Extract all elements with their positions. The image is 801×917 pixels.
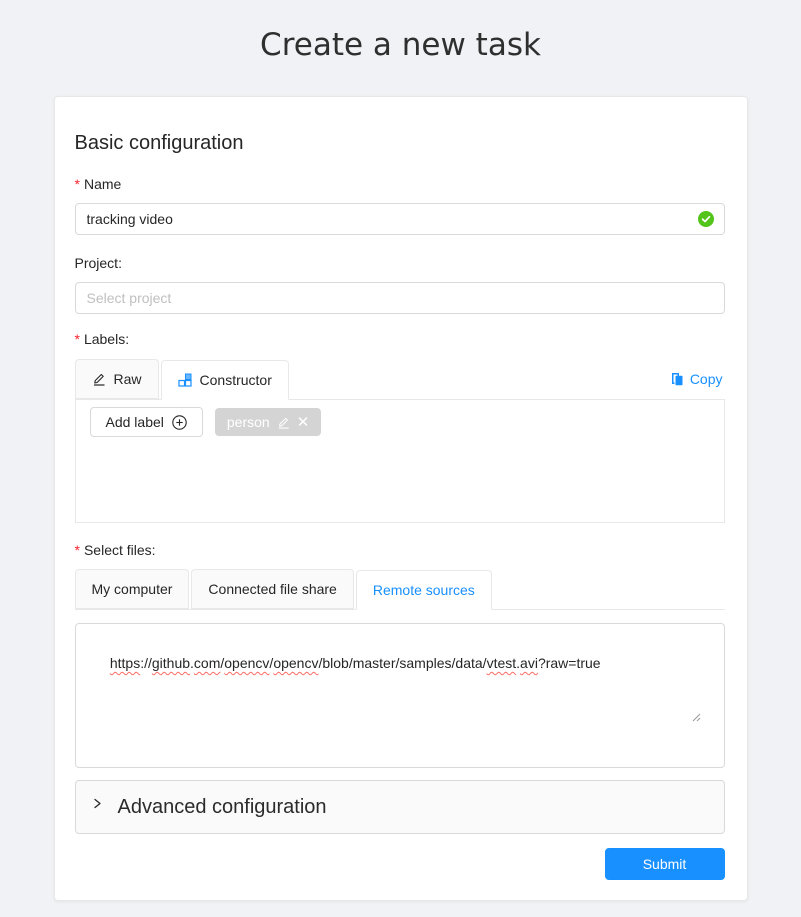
tab-remote-sources-label: Remote sources [373, 582, 475, 598]
tab-raw-label: Raw [114, 371, 142, 387]
tab-constructor[interactable]: Constructor [161, 360, 289, 400]
add-label-button-text: Add label [106, 414, 164, 430]
select-files-label: *Select files: [75, 539, 725, 561]
labels-tab-bar: Raw Constructor [75, 358, 725, 399]
check-circle-icon [698, 211, 714, 227]
create-task-card: Basic configuration *Name Project: *Labe… [54, 96, 748, 901]
label-tag-name: person [227, 414, 270, 430]
tab-my-computer[interactable]: My computer [75, 569, 190, 609]
close-icon[interactable]: ✕ [297, 415, 310, 430]
name-label: *Name [75, 173, 725, 195]
chevron-right-icon [92, 798, 103, 809]
advanced-configuration-title: Advanced configuration [118, 793, 327, 821]
required-asterisk: * [75, 331, 80, 347]
name-input-wrap [75, 203, 725, 235]
labels-label: *Labels: [75, 328, 725, 350]
copy-label: Copy [690, 371, 723, 387]
copy-icon [670, 372, 684, 386]
project-select-input[interactable] [75, 282, 725, 314]
project-label: Project: [75, 252, 725, 274]
page-title: Create a new task [0, 0, 801, 65]
project-select-wrap [75, 282, 725, 314]
labels-constructor-area: Add label person ✕ [75, 399, 725, 523]
basic-configuration-heading: Basic configuration [75, 129, 725, 157]
files-tab-bar: My computer Connected file share Remote … [75, 569, 725, 610]
tab-raw[interactable]: Raw [75, 359, 159, 399]
remote-url-text: https://github.com/opencv/opencv/blob/ma… [110, 655, 601, 671]
tab-my-computer-label: My computer [92, 581, 173, 597]
resize-handle-icon[interactable] [691, 668, 722, 766]
spacer [75, 610, 725, 623]
plus-circle-icon [172, 415, 187, 430]
submit-row: Submit [75, 848, 725, 880]
tab-connected-file-share[interactable]: Connected file share [191, 569, 353, 609]
labels-form-item: *Labels: Raw [75, 328, 725, 523]
tab-constructor-label: Constructor [200, 372, 272, 388]
add-label-button[interactable]: Add label [90, 407, 203, 437]
remote-urls-editor[interactable]: https://github.com/opencv/opencv/blob/ma… [75, 623, 725, 768]
label-tag-person[interactable]: person ✕ [215, 408, 321, 436]
required-asterisk: * [75, 542, 80, 558]
edit-icon[interactable] [277, 416, 290, 429]
build-icon [178, 373, 192, 387]
files-form-item: *Select files: My computer Connected fil… [75, 539, 725, 768]
project-form-item: Project: [75, 252, 725, 314]
name-input[interactable] [75, 203, 725, 235]
submit-button[interactable]: Submit [605, 848, 725, 880]
advanced-configuration-toggle[interactable]: Advanced configuration [75, 780, 725, 834]
name-form-item: *Name [75, 173, 725, 235]
edit-icon [92, 372, 106, 386]
tab-connected-file-share-label: Connected file share [208, 581, 336, 597]
tab-remote-sources[interactable]: Remote sources [356, 570, 492, 610]
required-asterisk: * [75, 176, 80, 192]
copy-button[interactable]: Copy [670, 371, 725, 387]
